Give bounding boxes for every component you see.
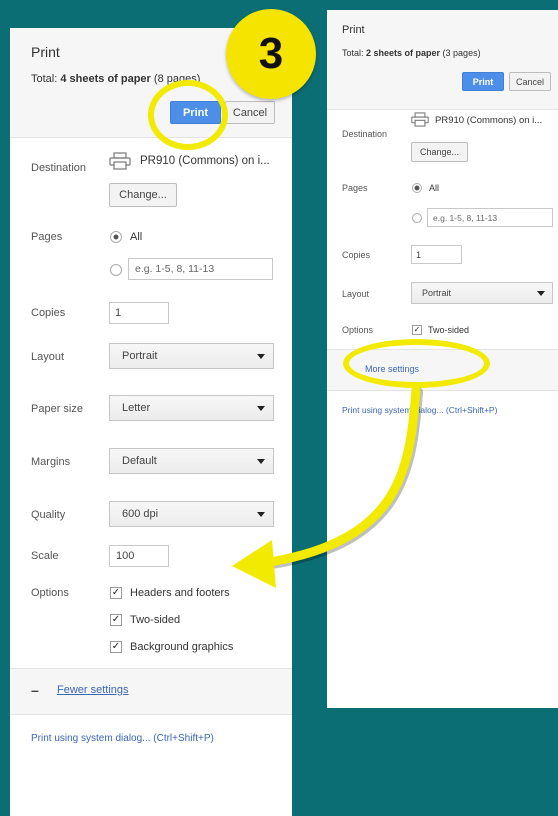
quality-value: 600 dpi	[122, 508, 159, 520]
chevron-down-icon	[257, 511, 265, 517]
pages-all-radio[interactable]	[110, 231, 122, 243]
pages-custom-radio[interactable]	[412, 213, 422, 223]
collapse-icon: –	[31, 682, 39, 698]
more-settings-highlight-ring	[343, 339, 490, 388]
two-sided-checkbox[interactable]: ✓	[110, 614, 122, 626]
scale-value: 100	[116, 550, 135, 562]
dialog-title: Print	[31, 44, 60, 60]
print-button[interactable]: Print	[462, 72, 504, 91]
sheet-total: Total: 2 sheets of paper (3 pages)	[342, 48, 481, 58]
fewer-settings-link[interactable]: Fewer settings	[57, 684, 129, 696]
change-destination-button[interactable]: Change...	[109, 183, 177, 207]
total-pages: (3 pages)	[440, 48, 481, 58]
print-button-highlight-ring	[148, 80, 228, 150]
layout-label: Layout	[342, 289, 370, 299]
copies-value: 1	[416, 249, 422, 260]
destination-label: Destination	[342, 129, 388, 139]
layout-value: Portrait	[122, 350, 158, 362]
chevron-down-icon	[257, 458, 265, 464]
total-sheets: 4 sheets of paper	[60, 73, 151, 85]
margins-label: Margins	[31, 456, 71, 468]
chevron-down-icon	[257, 353, 265, 359]
total-prefix: Total:	[342, 48, 367, 58]
chevron-down-icon	[537, 290, 545, 296]
pages-range-placeholder: e.g. 1-5, 8, 11-13	[433, 212, 498, 223]
two-sided-label: Two-sided	[428, 325, 470, 335]
chevron-down-icon	[257, 405, 265, 411]
destination-value[interactable]: PR910 (Commons) on i...	[140, 155, 270, 167]
pages-all-label: All	[429, 183, 440, 193]
copies-input[interactable]: 1	[411, 245, 462, 264]
quality-label: Quality	[31, 509, 66, 521]
pages-all-radio[interactable]	[412, 183, 422, 193]
options-label: Options	[342, 325, 374, 335]
printer-icon	[411, 112, 429, 127]
headers-footers-checkbox[interactable]: ✓	[110, 587, 122, 599]
dialog-title: Print	[342, 24, 365, 36]
system-dialog-link[interactable]: Print using system dialog... (Ctrl+Shift…	[342, 405, 497, 415]
total-prefix: Total:	[31, 73, 61, 85]
copies-input[interactable]: 1	[109, 302, 169, 324]
paper-size-label: Paper size	[31, 403, 83, 415]
system-dialog-link[interactable]: Print using system dialog... (Ctrl+Shift…	[31, 733, 214, 744]
pages-range-input[interactable]: e.g. 1-5, 8, 11-13	[427, 208, 553, 227]
pages-range-input[interactable]: e.g. 1-5, 8, 11-13	[128, 258, 273, 280]
margins-value: Default	[122, 455, 157, 467]
copies-label: Copies	[31, 307, 66, 319]
settings-toggle-band	[10, 668, 292, 715]
step-number-badge: 3	[226, 9, 316, 99]
layout-select[interactable]: Portrait	[109, 343, 274, 369]
paper-size-value: Letter	[122, 402, 151, 414]
pages-label: Pages	[342, 183, 368, 193]
scale-label: Scale	[31, 550, 59, 562]
pages-all-label: All	[130, 231, 143, 243]
paper-size-select[interactable]: Letter	[109, 395, 274, 421]
pages-custom-radio[interactable]	[110, 264, 122, 276]
margins-select[interactable]: Default	[109, 448, 274, 474]
scale-input[interactable]: 100	[109, 545, 169, 567]
total-sheets: 2 sheets of paper	[366, 48, 441, 58]
print-dialog-expanded: Print Total: 4 sheets of paper (8 pages)…	[10, 28, 292, 816]
copies-value: 1	[115, 307, 122, 319]
cancel-button[interactable]: Cancel	[509, 72, 551, 91]
layout-value: Portrait	[422, 288, 452, 298]
change-destination-button[interactable]: Change...	[411, 142, 468, 162]
cancel-button[interactable]: Cancel	[225, 101, 275, 124]
printer-icon	[109, 152, 131, 170]
layout-select[interactable]: Portrait	[411, 282, 553, 304]
pages-label: Pages	[31, 231, 63, 243]
two-sided-checkbox[interactable]: ✓	[412, 325, 422, 335]
background-graphics-label: Background graphics	[130, 641, 234, 653]
headers-footers-label: Headers and footers	[130, 587, 230, 599]
copies-label: Copies	[342, 250, 371, 260]
two-sided-label: Two-sided	[130, 614, 181, 626]
options-label: Options	[31, 587, 69, 599]
destination-label: Destination	[31, 162, 87, 174]
destination-value[interactable]: PR910 (Commons) on i...	[435, 115, 542, 126]
quality-select[interactable]: 600 dpi	[109, 501, 274, 527]
layout-label: Layout	[31, 351, 65, 363]
pages-range-placeholder: e.g. 1-5, 8, 11-13	[135, 263, 215, 275]
background-graphics-checkbox[interactable]: ✓	[110, 641, 122, 653]
